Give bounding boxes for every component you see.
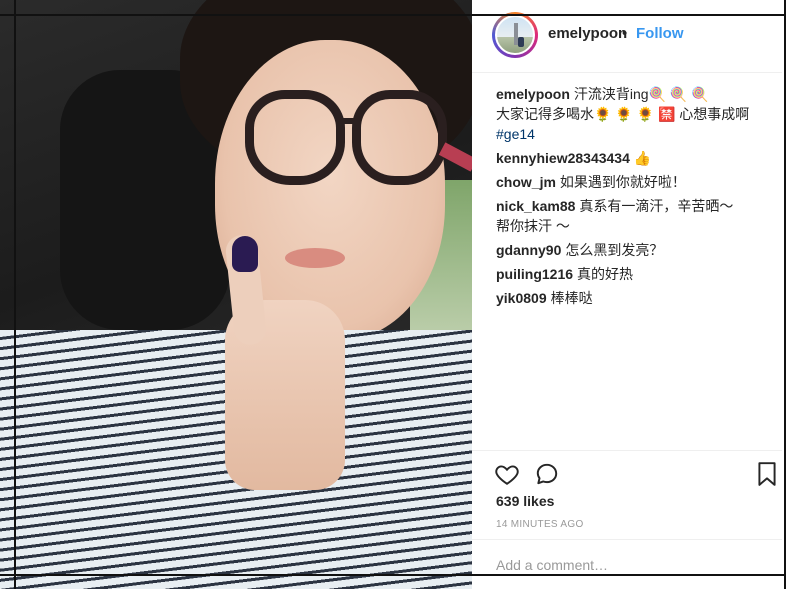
post-timestamp[interactable]: 14 MINUTES AGO	[496, 519, 584, 530]
bookmark-icon[interactable]	[756, 461, 784, 489]
comment-item: puiling1216 真的好热	[496, 264, 772, 284]
comment-text: 怎么黑到发亮？	[565, 242, 664, 258]
inked-fingertip	[232, 236, 258, 272]
frame-line-top	[0, 14, 786, 16]
comment-item: chow_jm 如果遇到你就好啦！	[496, 172, 772, 192]
comment-text: 👍	[633, 150, 652, 166]
header-username[interactable]: emelypoon	[548, 25, 627, 42]
comment-username[interactable]: puiling1216	[496, 266, 573, 282]
frame-line-left	[14, 0, 16, 589]
comments-list: emelypoon 汗流浃背ing🍭 🍭 🍭 大家记得多喝水🌻 🌻 🌻 🈲 心想事…	[496, 84, 772, 312]
comment-username[interactable]: chow_jm	[496, 174, 556, 190]
heart-icon[interactable]	[494, 461, 522, 489]
frame-line-bottom	[0, 574, 786, 576]
lips	[285, 248, 345, 268]
comment-username[interactable]: nick_kam88	[496, 198, 575, 214]
post-actions: 639 likes 14 MINUTES AGO	[472, 450, 782, 590]
post-header: emelypoon • Follow	[472, 0, 782, 73]
avatar[interactable]	[495, 15, 535, 55]
comment-item: yik0809 棒棒哒	[496, 288, 772, 308]
header-separator: •	[622, 25, 628, 42]
hashtag-link[interactable]: #ge14	[496, 124, 772, 144]
avatar-story-ring[interactable]	[492, 12, 538, 58]
comment-username[interactable]: gdanny90	[496, 242, 561, 258]
comment-item: kennyhiew28343434 👍	[496, 148, 772, 168]
likes-count[interactable]: 639 likes	[496, 493, 554, 509]
caption: emelypoon 汗流浃背ing🍭 🍭 🍭 大家记得多喝水🌻 🌻 🌻 🈲 心想事…	[496, 84, 772, 144]
add-comment-section	[472, 539, 782, 590]
glasses-right-lens	[352, 90, 447, 185]
post-side-panel: emelypoon • Follow emelypoon 汗流浃背ing🍭 🍭 🍭…	[472, 0, 782, 589]
post-photo[interactable]	[0, 0, 472, 589]
comment-username[interactable]: emelypoon	[496, 86, 570, 102]
glasses-left-lens	[245, 90, 345, 185]
comment-username[interactable]: kennyhiew28343434	[496, 150, 630, 166]
comment-username[interactable]: yik0809	[496, 290, 547, 306]
comment-text: 棒棒哒	[550, 290, 593, 306]
speech-bubble-icon[interactable]	[534, 461, 562, 489]
follow-button[interactable]: Follow	[636, 25, 684, 42]
comment-text: 如果遇到你就好啦！	[559, 174, 686, 190]
glasses-bridge	[338, 118, 358, 124]
comment-item: gdanny90 怎么黑到发亮？	[496, 240, 772, 260]
avatar-person	[518, 37, 524, 47]
frame-line-right	[784, 0, 786, 589]
comment-item: nick_kam88 真系有一滴汗，辛苦晒～ 帮你抹汗 ～	[496, 196, 772, 236]
comment-text: 真的好热	[577, 266, 634, 282]
